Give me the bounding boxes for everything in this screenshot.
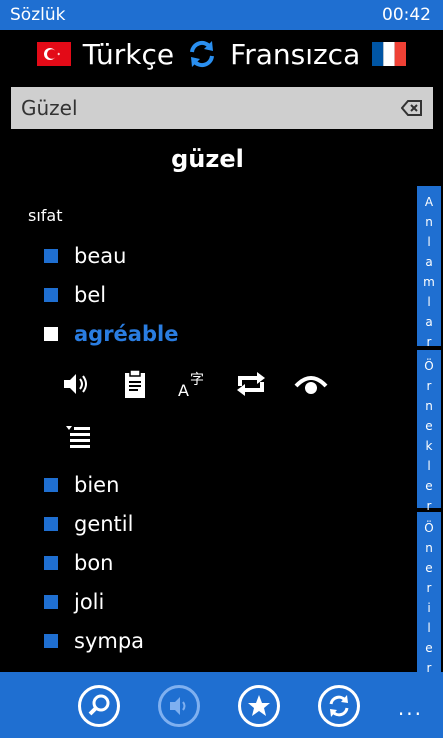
translate-icon[interactable]: A 字 — [176, 368, 210, 400]
speaker-icon[interactable] — [60, 368, 94, 400]
part-of-speech: sıfat — [28, 206, 63, 225]
target-language[interactable]: Fransızca — [230, 38, 360, 71]
svg-text:A: A — [178, 381, 189, 400]
list-item[interactable]: bon — [44, 551, 114, 575]
list-item[interactable]: gentil — [44, 512, 133, 536]
list-item[interactable]: sympa — [44, 629, 144, 653]
bullet-icon — [44, 478, 58, 492]
app-title: Sözlük — [10, 5, 66, 25]
search-button[interactable] — [78, 685, 120, 727]
refresh-icon — [329, 695, 349, 717]
app-bar: ... — [0, 672, 443, 738]
side-tabs: Anlamlar Örnekler Öneriler — [417, 186, 443, 675]
search-input[interactable]: Güzel — [21, 96, 78, 120]
swap-languages-icon[interactable] — [186, 38, 218, 70]
language-bar: Türkçe Fransızca — [0, 36, 443, 72]
list-item[interactable]: beau — [44, 244, 126, 268]
search-field[interactable]: Güzel — [11, 87, 433, 129]
bullet-icon — [44, 327, 58, 341]
swap-button[interactable] — [318, 685, 360, 727]
eye-icon[interactable] — [294, 368, 328, 400]
tab-ornekler[interactable]: Örnekler — [417, 350, 441, 513]
turkey-flag-icon[interactable] — [36, 42, 71, 66]
bullet-icon — [44, 249, 58, 263]
backspace-icon[interactable] — [401, 99, 423, 117]
bullet-icon — [44, 288, 58, 302]
clock: 00:42 — [382, 5, 431, 25]
france-flag-icon[interactable] — [372, 42, 407, 66]
more-button[interactable]: ... — [398, 696, 423, 720]
headword: güzel — [171, 145, 244, 173]
list-item-selected[interactable]: agréable — [44, 322, 178, 346]
speaker-icon — [170, 697, 186, 715]
item-actions: A 字 — [60, 368, 340, 448]
search-icon — [88, 694, 110, 716]
status-bar: Sözlük 00:42 — [0, 0, 443, 30]
translations-list[interactable]: sıfat beau bel agréable A 字 bien gentil … — [0, 178, 415, 670]
bullet-icon — [44, 634, 58, 648]
clipboard-icon[interactable] — [118, 368, 152, 400]
list-item[interactable]: bien — [44, 473, 119, 497]
star-add-icon — [248, 695, 271, 716]
list-item[interactable]: joli — [44, 590, 104, 614]
favorites-button[interactable] — [238, 685, 280, 727]
repeat-icon[interactable] — [234, 368, 268, 400]
bullet-icon — [44, 595, 58, 609]
speak-button[interactable] — [158, 685, 200, 727]
bullet-icon — [44, 517, 58, 531]
bullet-icon — [44, 556, 58, 570]
tab-oneriler[interactable]: Öneriler — [417, 512, 441, 675]
svg-text:字: 字 — [190, 372, 204, 388]
list-item[interactable]: bel — [44, 283, 106, 307]
source-language[interactable]: Türkçe — [83, 38, 174, 71]
list-menu-icon[interactable] — [60, 420, 94, 452]
tab-anlamlar[interactable]: Anlamlar — [417, 186, 441, 349]
